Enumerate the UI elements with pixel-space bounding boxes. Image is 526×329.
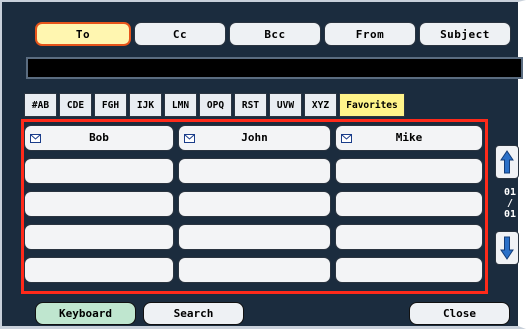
subject-button[interactable]: Subject [419,22,511,46]
subject-label: Subject [440,27,490,41]
tab-ab[interactable]: #AB [24,93,57,117]
empty-contact-slot[interactable] [24,257,174,283]
tab-opq[interactable]: OPQ [199,93,232,117]
contact-name: John [241,131,268,144]
empty-contact-slot[interactable] [24,191,174,217]
empty-contact-slot[interactable] [178,257,331,283]
empty-contact-slot[interactable] [178,191,331,217]
empty-contact-slot[interactable] [178,224,331,250]
cc-button[interactable]: Cc [134,22,226,46]
tab-fgh[interactable]: FGH [94,93,127,117]
current-page: 01 [503,187,517,198]
tab-lmn[interactable]: LMN [164,93,197,117]
tab-ijk[interactable]: IJK [129,93,162,117]
contact-name: Mike [395,131,423,144]
total-pages: 01 [503,209,517,220]
tab-uvw[interactable]: UVW [269,93,302,117]
page-separator: / [506,198,514,209]
contact-mike[interactable]: Mike [335,125,483,151]
empty-contact-slot[interactable] [335,158,483,184]
bcc-button[interactable]: Bcc [229,22,321,46]
keyboard-label: Keyboard [59,307,112,320]
tab-label: XYZ [311,99,330,111]
contact-john[interactable]: John [178,125,331,151]
page-up-button[interactable] [495,145,519,179]
empty-contact-slot[interactable] [335,224,483,250]
arrow-down-icon [500,236,514,260]
empty-contact-slot[interactable] [335,191,483,217]
page-down-button[interactable] [495,231,519,265]
to-button[interactable]: To [35,22,131,46]
tab-xyz[interactable]: XYZ [304,93,337,117]
empty-contact-slot[interactable] [24,224,174,250]
tab-label: Favorites [346,99,398,111]
search-label: Search [173,307,214,320]
page-indicator: 01 / 01 [499,187,521,220]
tab-favorites[interactable]: Favorites [339,93,405,117]
tab-label: LMN [171,99,190,111]
tab-rst[interactable]: RST [234,93,267,117]
close-label: Close [442,307,477,320]
tab-label: RST [241,99,260,111]
bcc-label: Bcc [264,27,286,41]
contact-bob[interactable]: Bob [24,125,174,151]
tab-label: IJK [136,99,155,111]
empty-contact-slot[interactable] [335,257,483,283]
address-display [26,57,523,79]
tab-label: FGH [101,99,120,111]
tab-label: CDE [66,99,85,111]
keyboard-button[interactable]: Keyboard [35,302,136,325]
from-button[interactable]: From [324,22,416,46]
contact-name: Bob [89,131,109,144]
address-book-panel: To Cc Bcc From Subject #AB CDE FGH IJK L… [0,0,526,329]
tab-label: UVW [276,99,295,111]
empty-contact-slot[interactable] [178,158,331,184]
search-button[interactable]: Search [143,302,244,325]
close-button[interactable]: Close [409,302,510,325]
cc-label: Cc [172,27,188,41]
to-label: To [75,27,91,41]
from-label: From [355,27,385,41]
tab-cde[interactable]: CDE [59,93,92,117]
tab-label: OPQ [206,99,225,111]
empty-contact-slot[interactable] [24,158,174,184]
arrow-up-icon [500,150,514,174]
tab-label: #AB [31,99,50,111]
